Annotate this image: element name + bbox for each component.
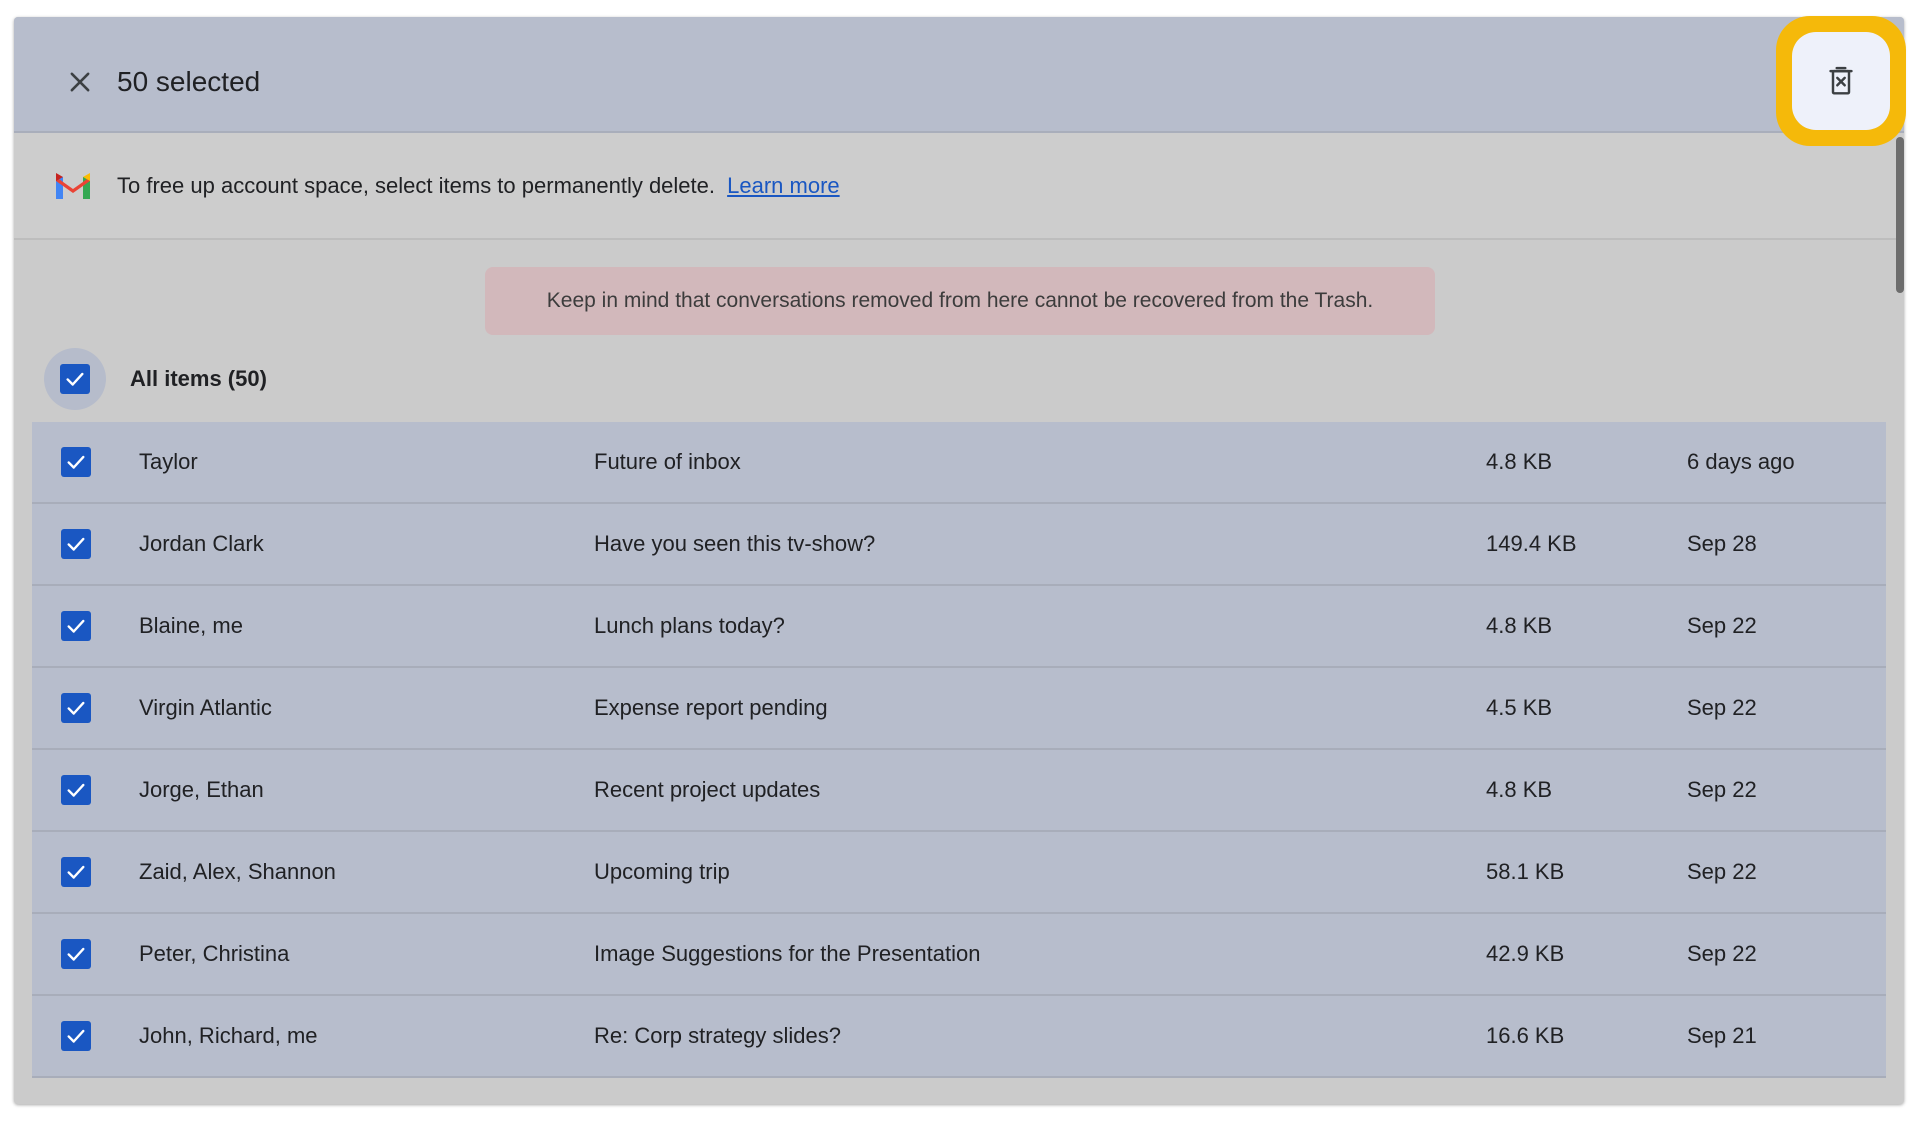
row-checkbox[interactable] [61, 693, 91, 723]
row-sender: Jorge, Ethan [139, 777, 264, 802]
checkmark-icon [67, 947, 85, 961]
row-date: Sep 22 [1687, 613, 1757, 638]
info-banner: To free up account space, select items t… [14, 133, 1904, 240]
checkbox-checked [60, 364, 90, 394]
row-subject: Expense report pending [594, 695, 828, 720]
row-checkbox[interactable] [61, 529, 91, 559]
table-row[interactable]: Virgin Atlantic Expense report pending 4… [32, 668, 1886, 750]
row-size: 4.8 KB [1486, 613, 1553, 638]
row-date: Sep 28 [1687, 531, 1757, 556]
close-icon [70, 72, 90, 92]
row-sender: Blaine, me [139, 613, 243, 638]
table-row[interactable]: Taylor Future of inbox 4.8 KB 6 days ago [32, 422, 1886, 504]
banner-text: To free up account space, select items t… [117, 171, 840, 201]
row-size: 42.9 KB [1486, 941, 1565, 966]
table-row[interactable]: Zaid, Alex, Shannon Upcoming trip 58.1 K… [32, 832, 1886, 914]
row-size: 4.5 KB [1486, 695, 1553, 720]
scrollbar-thumb[interactable] [1896, 137, 1904, 293]
checkmark-icon [67, 701, 85, 715]
row-size: 149.4 KB [1486, 531, 1577, 556]
row-date: Sep 22 [1687, 859, 1757, 884]
row-sender: Peter, Christina [139, 941, 290, 966]
row-subject: Image Suggestions for the Presentation [594, 941, 981, 966]
row-subject: Recent project updates [594, 777, 821, 802]
banner-message: To free up account space, select items t… [117, 173, 715, 198]
delete-items-dialog: 50 selected To free up account space, se… [14, 17, 1904, 1104]
selected-count: 50 selected [117, 66, 261, 97]
table-row[interactable]: John, Richard, me Re: Corp strategy slid… [32, 996, 1886, 1078]
row-sender: Jordan Clark [139, 531, 264, 556]
delete-forever-button[interactable] [1792, 32, 1890, 130]
checkmark-icon [67, 783, 85, 797]
row-size: 58.1 KB [1486, 859, 1565, 884]
row-checkbox[interactable] [61, 1021, 91, 1051]
message-list: Taylor Future of inbox 4.8 KB 6 days ago… [32, 422, 1886, 1078]
row-checkbox[interactable] [61, 857, 91, 887]
table-row[interactable]: Jordan Clark Have you seen this tv-show?… [32, 504, 1886, 586]
row-date: Sep 22 [1687, 941, 1757, 966]
row-subject: Lunch plans today? [594, 613, 785, 638]
select-all-checkbox[interactable] [44, 348, 106, 410]
selection-toolbar: 50 selected [14, 17, 1904, 133]
checkmark-icon [67, 1029, 85, 1043]
checkmark-icon [67, 619, 85, 633]
row-date: Sep 22 [1687, 695, 1757, 720]
row-date: 6 days ago [1687, 449, 1795, 474]
delete-button-highlight [1776, 16, 1906, 146]
row-sender: Virgin Atlantic [139, 695, 272, 720]
trash-warning: Keep in mind that conversations removed … [485, 267, 1435, 335]
row-subject: Have you seen this tv-show? [594, 531, 876, 556]
row-date: Sep 21 [1687, 1023, 1757, 1048]
row-sender: Taylor [139, 449, 198, 474]
gmail-logo-icon [56, 173, 90, 199]
row-size: 4.8 KB [1486, 777, 1553, 802]
row-checkbox[interactable] [61, 939, 91, 969]
row-subject: Future of inbox [594, 449, 741, 474]
table-row[interactable]: Peter, Christina Image Suggestions for t… [32, 914, 1886, 996]
checkmark-icon [66, 372, 84, 386]
row-checkbox[interactable] [61, 775, 91, 805]
checkmark-icon [67, 455, 85, 469]
checkmark-icon [67, 865, 85, 879]
row-checkbox[interactable] [61, 447, 91, 477]
table-row[interactable]: Jorge, Ethan Recent project updates 4.8 … [32, 750, 1886, 832]
row-date: Sep 22 [1687, 777, 1757, 802]
row-subject: Re: Corp strategy slides? [594, 1023, 841, 1048]
select-all-row: All items (50) [44, 347, 267, 411]
row-size: 4.8 KB [1486, 449, 1553, 474]
row-subject: Upcoming trip [594, 859, 730, 884]
delete-forever-icon [1829, 66, 1853, 95]
row-sender: Zaid, Alex, Shannon [139, 859, 336, 884]
row-size: 16.6 KB [1486, 1023, 1565, 1048]
row-sender: John, Richard, me [139, 1023, 318, 1048]
select-all-label: All items (50) [130, 366, 267, 391]
learn-more-link[interactable]: Learn more [727, 173, 840, 198]
table-row[interactable]: Blaine, me Lunch plans today? 4.8 KB Sep… [32, 586, 1886, 668]
close-button[interactable] [60, 62, 100, 102]
row-checkbox[interactable] [61, 611, 91, 641]
checkmark-icon [67, 537, 85, 551]
